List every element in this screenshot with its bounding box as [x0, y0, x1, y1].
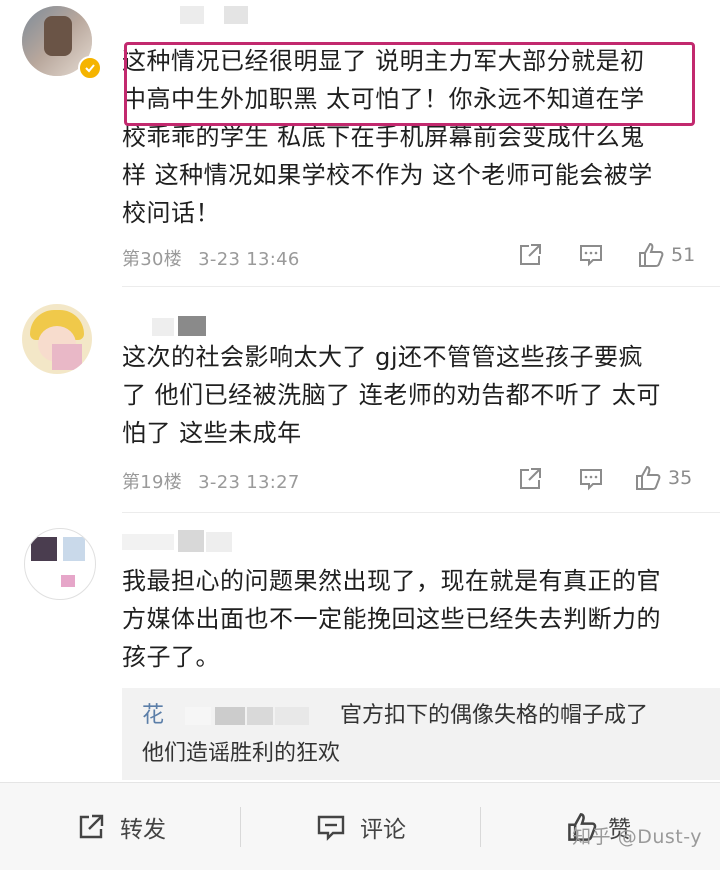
bar-divider — [240, 807, 241, 847]
watermark: 知乎 @Dust-y — [572, 826, 702, 848]
text-line: 我最担心的问题果然出现了，现在就是有真正的官 — [122, 567, 661, 595]
repost-button[interactable]: 转发 — [76, 783, 166, 870]
reply-text: 花 官方扣下的偶像失格的帽子成了 他们造谣胜利的狂欢 — [142, 697, 648, 773]
bar-divider — [480, 807, 481, 847]
repost-label: 转发 — [120, 816, 166, 843]
comment-button[interactable]: 评论 — [316, 783, 406, 870]
comment-text: 我最担心的问题果然出现了，现在就是有真正的官 方媒体出面也不一定能挽回这些已经失… — [122, 562, 707, 676]
reply-author-blurred — [177, 705, 327, 727]
reply-author: 花 — [142, 703, 165, 728]
comment-3: 我最担心的问题果然出现了，现在就是有真正的官 方媒体出面也不一定能挽回这些已经失… — [0, 0, 720, 782]
reply-line-1: 官方扣下的偶像失格的帽子成了 — [340, 703, 649, 728]
comment-icon — [317, 815, 345, 841]
share-icon — [79, 814, 104, 838]
reply-line-2: 他们造谣胜利的狂欢 — [142, 741, 341, 766]
avatar[interactable] — [24, 528, 96, 600]
reply-line: 花 官方扣下的偶像失格的帽子成了 — [142, 697, 648, 735]
text-line: 孩子了。 — [122, 643, 220, 671]
username-blurred — [122, 530, 252, 554]
text-line: 方媒体出面也不一定能挽回这些已经失去判断力的 — [122, 605, 661, 633]
comment-label: 评论 — [360, 816, 406, 843]
